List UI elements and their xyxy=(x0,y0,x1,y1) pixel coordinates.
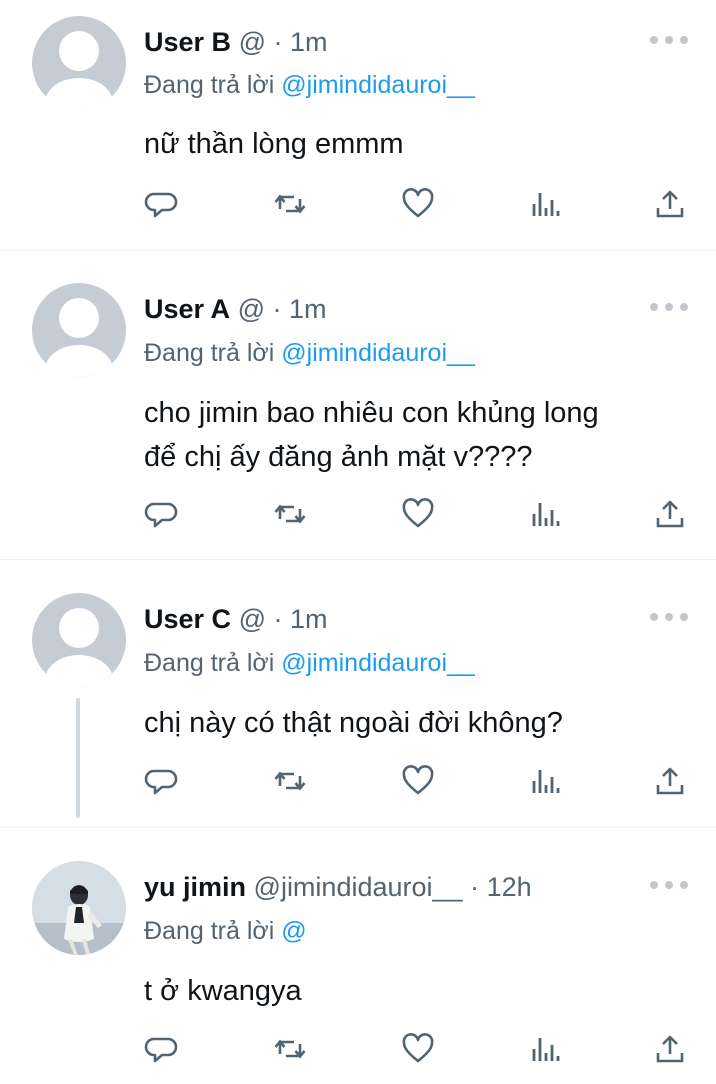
views-button[interactable] xyxy=(528,763,564,799)
share-button[interactable] xyxy=(652,763,688,799)
views-button[interactable] xyxy=(528,186,564,222)
handle[interactable]: @ xyxy=(238,294,265,324)
like-icon xyxy=(402,188,434,218)
tweet-yu-jimin[interactable]: yu jimin @jimindidauroi__ · 12h Đang trả… xyxy=(0,828,716,1084)
reply-icon xyxy=(144,192,178,218)
retweet-button[interactable] xyxy=(272,1031,308,1067)
more-icon[interactable] xyxy=(650,35,688,45)
views-icon xyxy=(532,193,560,216)
tweet-text-line: chị này có thật ngoài đời không? xyxy=(144,707,563,739)
like-icon xyxy=(402,1033,434,1063)
dot-separator: · xyxy=(273,27,283,57)
views-button[interactable] xyxy=(528,1031,564,1067)
share-icon xyxy=(656,1035,684,1063)
like-button[interactable] xyxy=(400,186,436,222)
like-icon xyxy=(402,765,434,795)
views-icon xyxy=(532,1038,560,1061)
tweet-text: cho jimin bao nhiêu con khủng long để ch… xyxy=(144,391,599,479)
retweet-icon xyxy=(274,194,306,214)
handle[interactable]: @ xyxy=(239,604,266,634)
avatar[interactable] xyxy=(32,283,126,377)
tweet-text-line: để chị ấy đăng ảnh mặt v???? xyxy=(144,441,533,473)
reply-prefix: Đang trả lời xyxy=(144,71,275,99)
dot-separator: · xyxy=(470,872,480,902)
replying-to: Đang trả lời @jimindidauroi__ xyxy=(144,71,475,100)
share-icon xyxy=(656,500,684,528)
handle[interactable]: @ xyxy=(239,27,266,57)
action-bar xyxy=(144,1031,694,1067)
reply-prefix: Đang trả lời xyxy=(144,339,275,367)
timestamp[interactable]: 1m xyxy=(290,27,328,57)
thread-connector-line xyxy=(76,698,80,818)
reply-mention-link[interactable]: @jimindidauroi__ xyxy=(281,649,475,677)
like-button[interactable] xyxy=(400,763,436,799)
avatar-photo xyxy=(32,861,126,955)
avatar[interactable] xyxy=(32,16,126,110)
retweet-icon xyxy=(274,1039,306,1059)
replying-to: Đang trả lời @jimindidauroi__ xyxy=(144,339,475,368)
reply-icon xyxy=(144,502,178,528)
like-button[interactable] xyxy=(400,1031,436,1067)
action-bar xyxy=(144,763,694,799)
tweet-user-c[interactable]: User C @ · 1m Đang trả lời @jimindidauro… xyxy=(0,560,716,827)
retweet-button[interactable] xyxy=(272,496,308,532)
more-icon[interactable] xyxy=(650,302,688,312)
action-bar xyxy=(144,186,694,222)
tweet-text-line: t ở kwangya xyxy=(144,975,302,1007)
views-icon xyxy=(532,770,560,793)
tweet-text: nữ thần lòng emmm xyxy=(144,122,404,166)
tweet-text-line: cho jimin bao nhiêu con khủng long xyxy=(144,397,599,429)
like-button[interactable] xyxy=(400,496,436,532)
reply-icon xyxy=(144,769,178,795)
replying-to: Đang trả lời @ xyxy=(144,917,307,946)
display-name[interactable]: yu jimin xyxy=(144,872,246,902)
tweet-user-b[interactable]: User B @ · 1m Đang trả lời @jimindidauro… xyxy=(0,0,716,250)
share-button[interactable] xyxy=(652,186,688,222)
tweet-text-line: nữ thần lòng emmm xyxy=(144,128,404,160)
timestamp[interactable]: 1m xyxy=(290,604,328,634)
reply-mention-link[interactable]: @jimindidauroi__ xyxy=(281,339,475,367)
like-icon xyxy=(402,498,434,528)
share-icon xyxy=(656,190,684,218)
reply-icon xyxy=(144,1037,178,1063)
views-button[interactable] xyxy=(528,496,564,532)
share-button[interactable] xyxy=(652,496,688,532)
share-button[interactable] xyxy=(652,1031,688,1067)
reply-mention-link[interactable]: @jimindidauroi__ xyxy=(281,71,475,99)
replying-to: Đang trả lời @jimindidauroi__ xyxy=(144,649,475,678)
tweet-user-a[interactable]: User A @ · 1m Đang trả lời @jimindidauro… xyxy=(0,251,716,559)
dot-separator: · xyxy=(273,604,283,634)
retweet-button[interactable] xyxy=(272,763,308,799)
timestamp[interactable]: 12h xyxy=(487,872,532,902)
avatar[interactable] xyxy=(32,861,126,955)
tweet-text: t ở kwangya xyxy=(144,969,302,1013)
timestamp[interactable]: 1m xyxy=(289,294,327,324)
reply-button[interactable] xyxy=(144,763,180,799)
share-icon xyxy=(656,767,684,795)
avatar[interactable] xyxy=(32,593,126,687)
reply-button[interactable] xyxy=(144,1031,180,1067)
reply-prefix: Đang trả lời xyxy=(144,649,275,677)
display-name[interactable]: User A xyxy=(144,294,230,324)
retweet-icon xyxy=(274,771,306,791)
action-bar xyxy=(144,496,694,532)
more-icon[interactable] xyxy=(650,880,688,890)
display-name[interactable]: User B xyxy=(144,27,231,57)
tweet-text: chị này có thật ngoài đời không? xyxy=(144,701,563,745)
handle[interactable]: @jimindidauroi__ xyxy=(254,872,463,902)
reply-button[interactable] xyxy=(144,186,180,222)
retweet-icon xyxy=(274,504,306,524)
dot-separator: · xyxy=(272,294,282,324)
more-icon[interactable] xyxy=(650,612,688,622)
reply-mention-link[interactable]: @ xyxy=(281,917,306,945)
display-name[interactable]: User C xyxy=(144,604,231,634)
reply-prefix: Đang trả lời xyxy=(144,917,275,945)
views-icon xyxy=(532,503,560,526)
reply-button[interactable] xyxy=(144,496,180,532)
retweet-button[interactable] xyxy=(272,186,308,222)
